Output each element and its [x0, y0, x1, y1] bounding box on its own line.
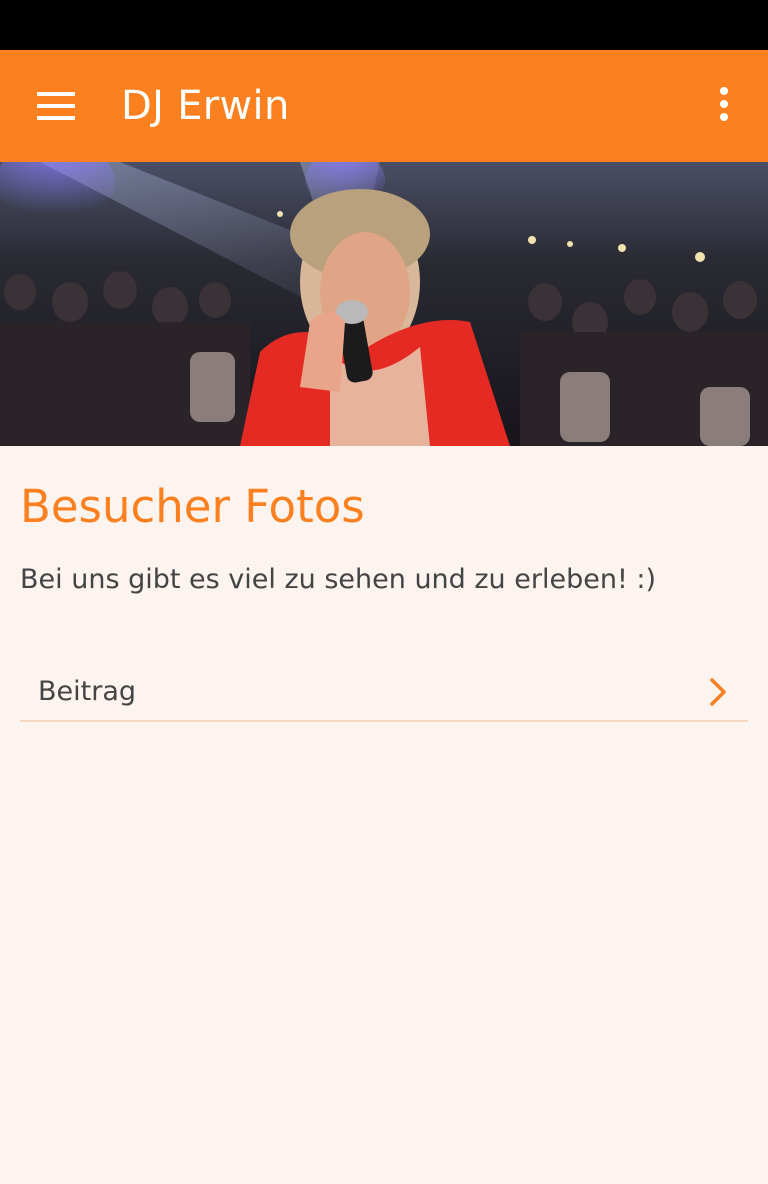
hero-image	[0, 162, 768, 446]
overflow-menu-button[interactable]	[700, 78, 748, 134]
list-item-beitrag[interactable]: Beitrag	[20, 662, 748, 722]
hamburger-menu-icon	[37, 92, 75, 120]
chevron-right-icon	[704, 676, 732, 708]
status-bar	[0, 0, 768, 50]
more-vertical-icon	[719, 87, 729, 125]
section-subtitle: Bei uns gibt es viel zu sehen und zu erl…	[20, 564, 656, 595]
app-bar: DJ Erwin	[0, 50, 768, 162]
list-item-label: Beitrag	[38, 676, 137, 707]
app-title: DJ Erwin	[121, 83, 290, 129]
section-title: Besucher Fotos	[20, 480, 365, 533]
menu-button[interactable]	[26, 78, 86, 134]
